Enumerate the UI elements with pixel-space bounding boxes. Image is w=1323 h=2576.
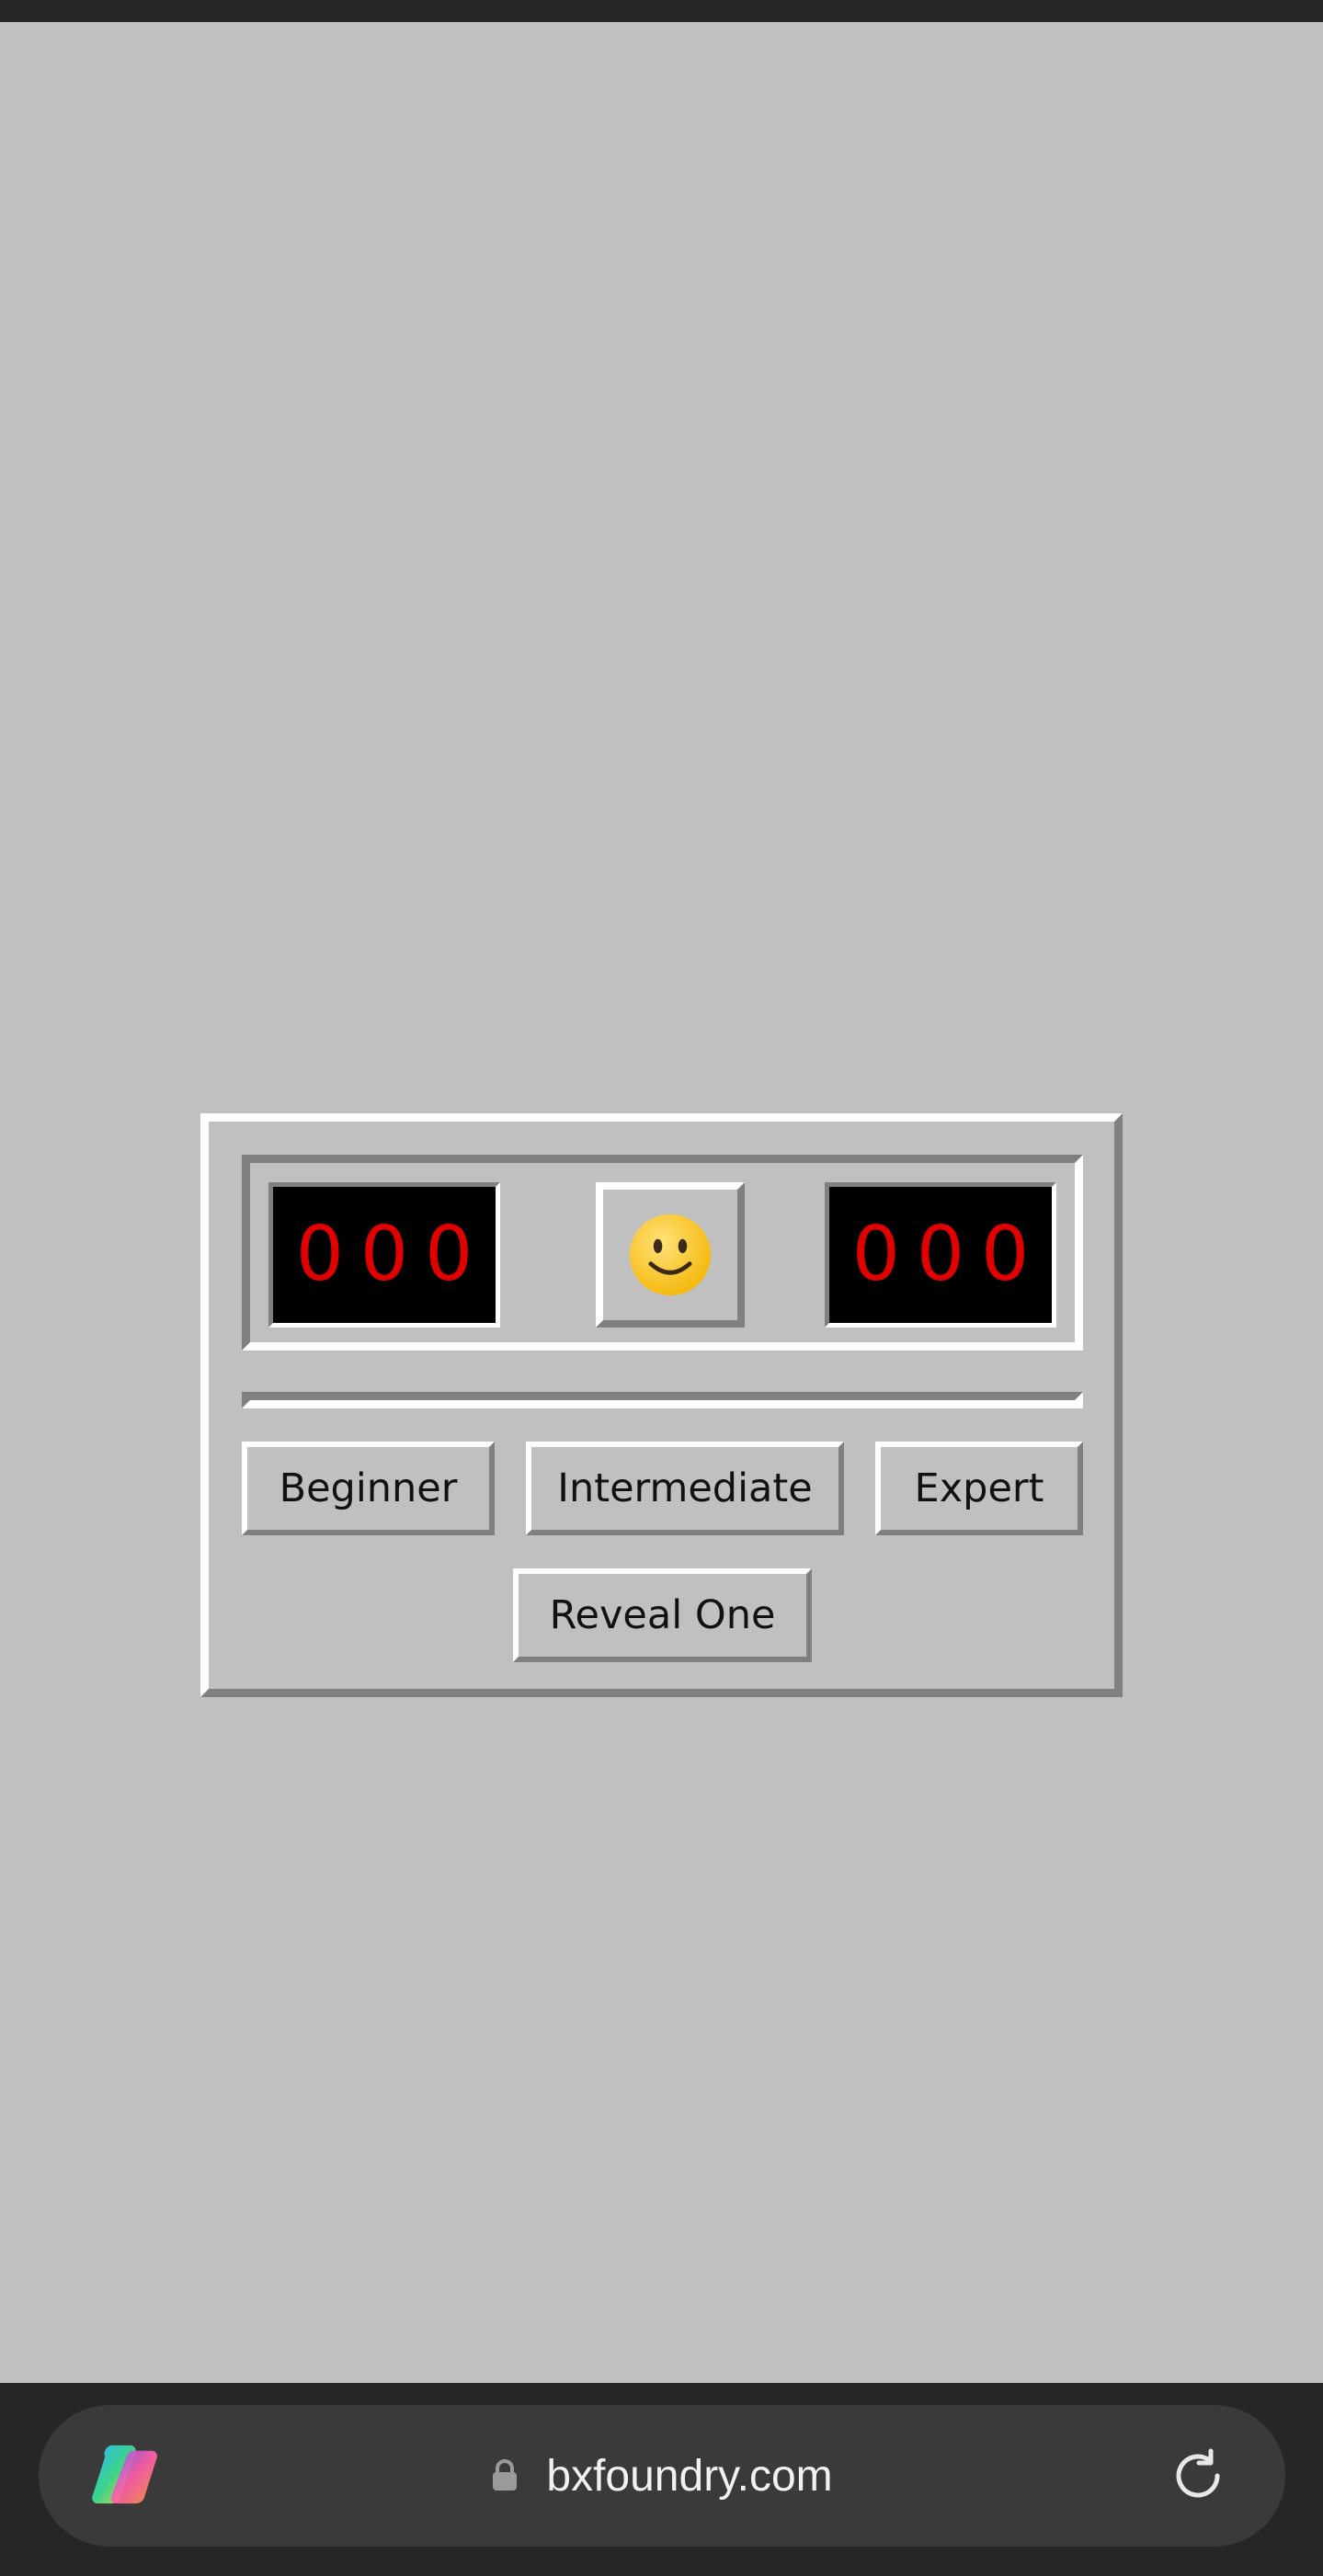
smiley-face-icon (629, 1214, 712, 1296)
browser-toolbar: bxfoundry.com (0, 2383, 1323, 2576)
mine-field[interactable] (242, 1392, 1083, 1408)
url-display[interactable]: bxfoundry.com (39, 2405, 1285, 2547)
address-bar[interactable]: bxfoundry.com (39, 2405, 1285, 2547)
timer-counter: 000 (825, 1182, 1056, 1328)
game-header: 000 000 (242, 1155, 1083, 1351)
intermediate-button[interactable]: Intermediate (526, 1442, 844, 1535)
reveal-one-button[interactable]: Reveal One (513, 1568, 812, 1662)
url-text: bxfoundry.com (546, 2451, 833, 2501)
reload-icon[interactable] (1168, 2445, 1228, 2506)
minesweeper-window: 000 000 Beginner Intermediate Expert Rev… (200, 1113, 1123, 1697)
face-button[interactable] (596, 1182, 745, 1328)
status-bar (0, 0, 1323, 22)
expert-button[interactable]: Expert (875, 1442, 1083, 1535)
lock-icon (493, 2459, 518, 2491)
mine-counter: 000 (268, 1182, 500, 1328)
beginner-button[interactable]: Beginner (242, 1442, 495, 1535)
